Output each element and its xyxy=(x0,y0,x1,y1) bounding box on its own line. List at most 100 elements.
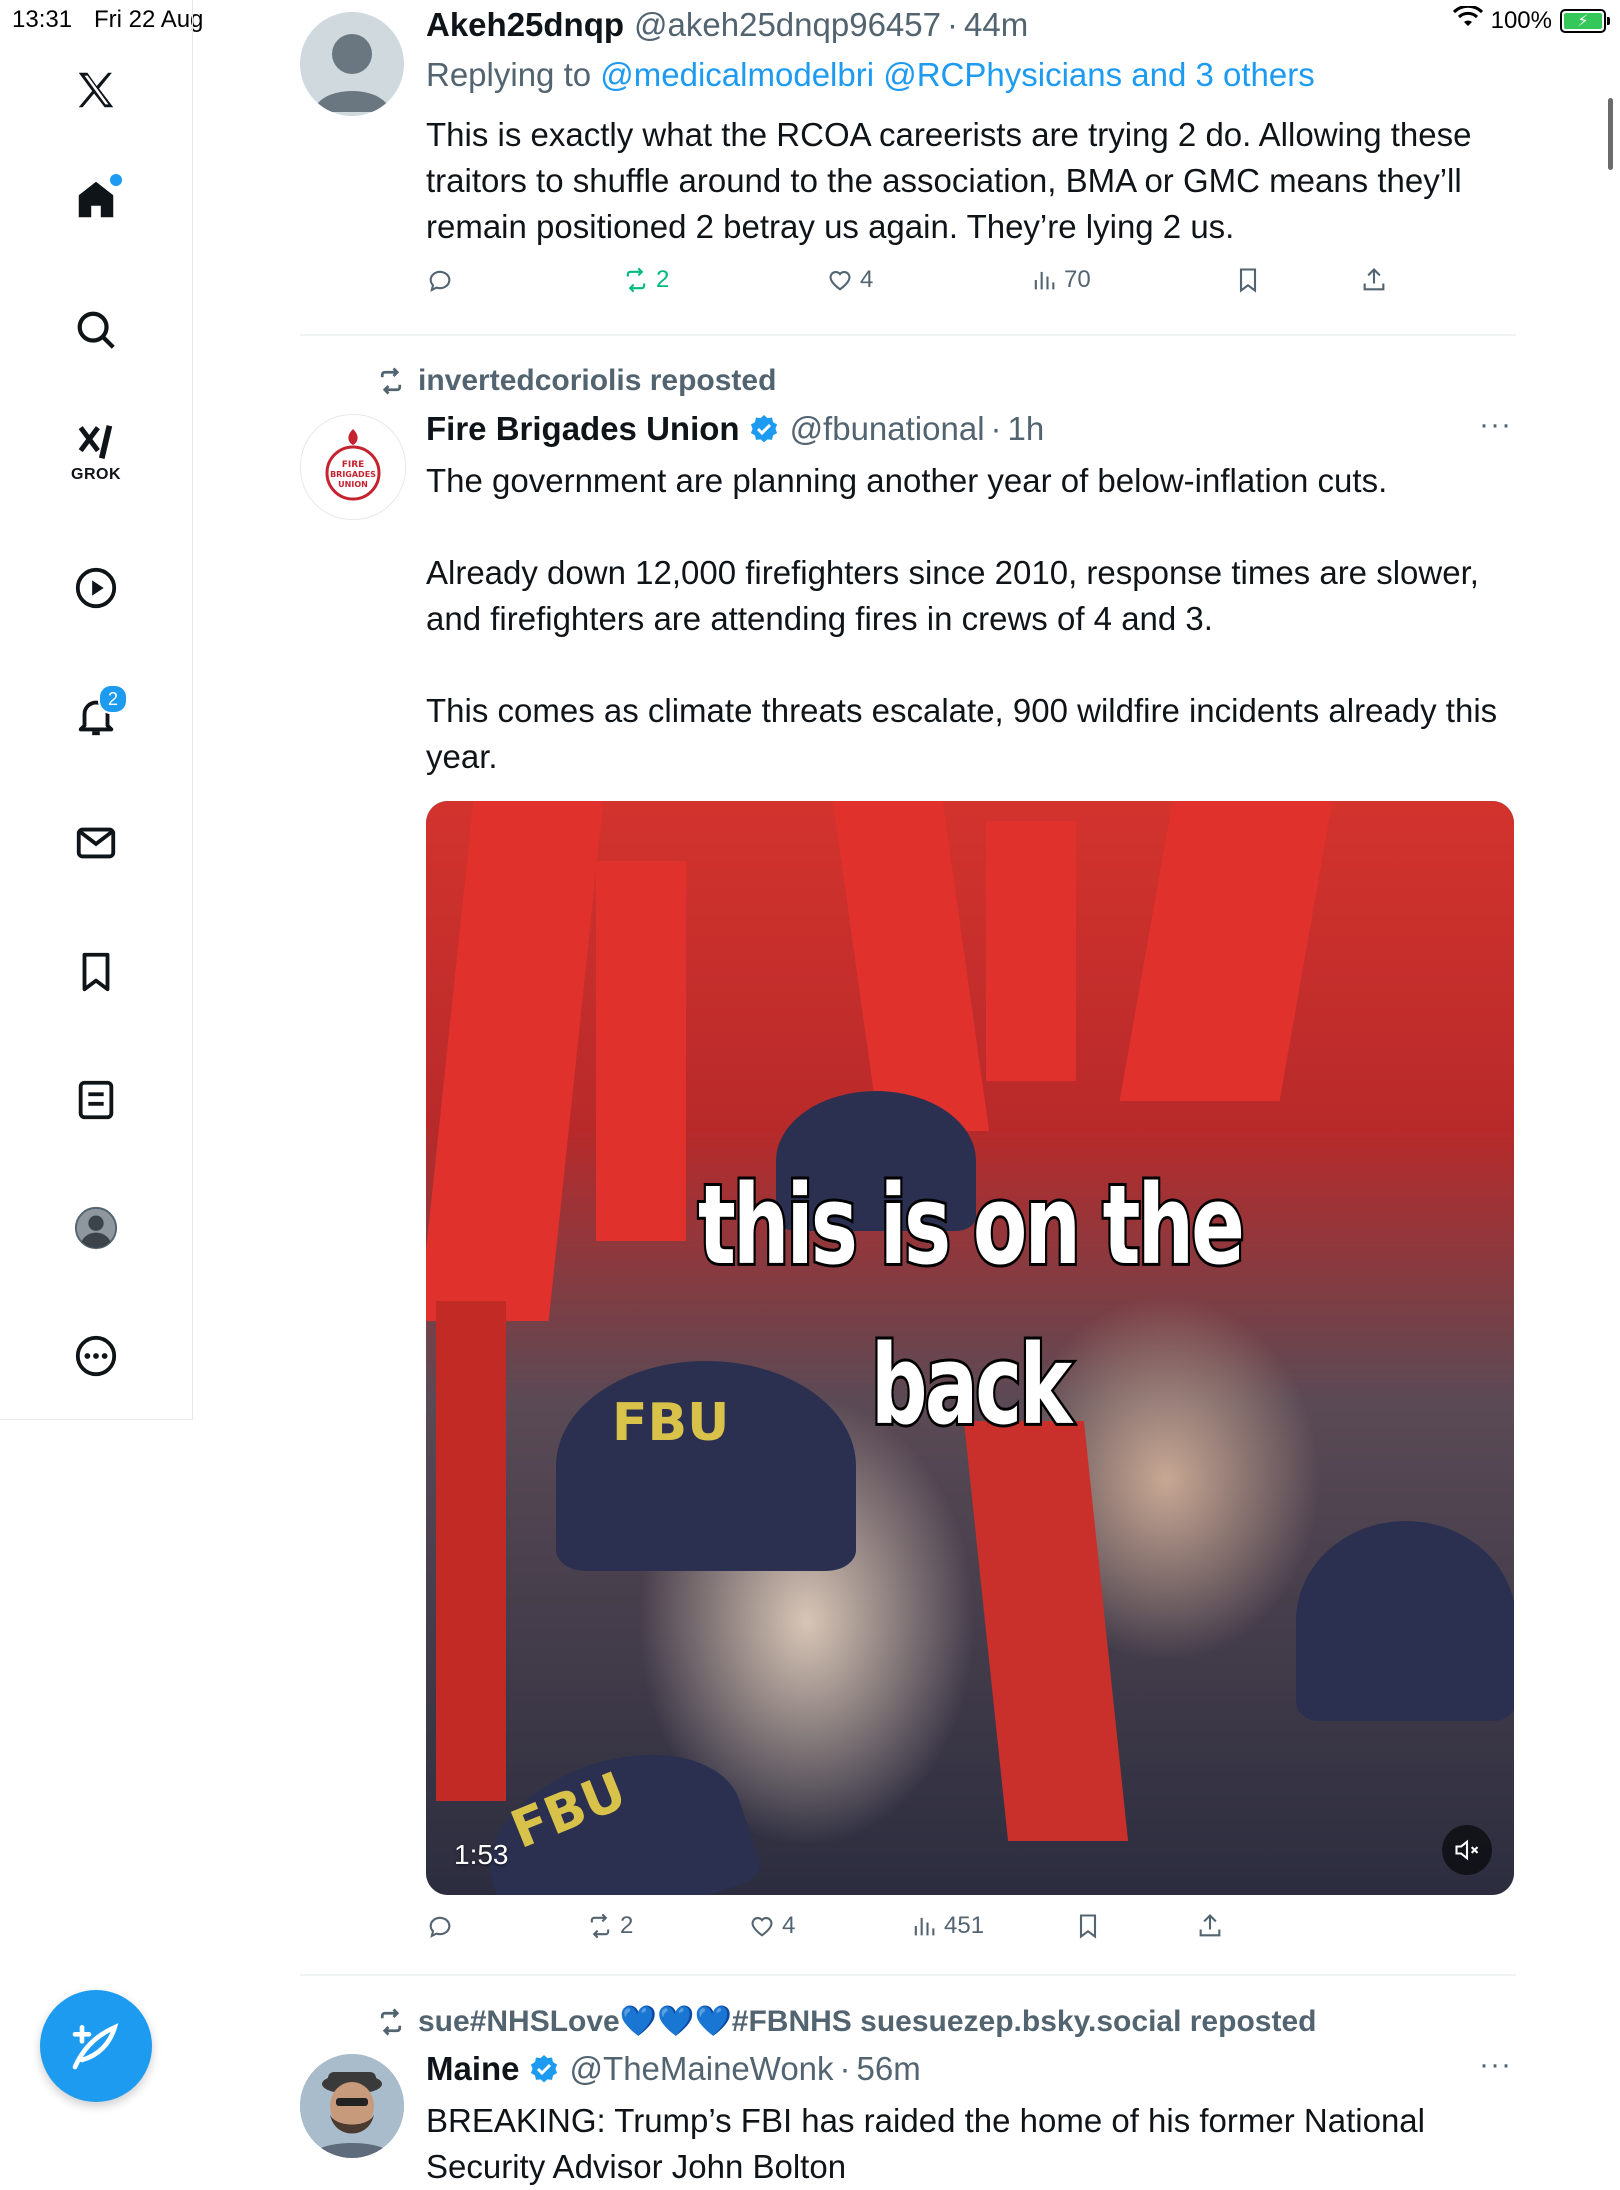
tweet-text: The government are planning another year… xyxy=(426,458,1516,780)
share-icon xyxy=(1199,1914,1221,1937)
tweet-actions: 2 4 451 xyxy=(426,1912,1426,1952)
author-name[interactable]: Fire Brigades Union xyxy=(426,410,740,448)
heart-icon xyxy=(751,1917,773,1937)
sidebar-item-video[interactable] xyxy=(56,548,136,628)
tweet-text: BREAKING: Trump’s FBI has raided the hom… xyxy=(426,2102,1425,2185)
author-name[interactable]: Maine xyxy=(426,2050,520,2088)
repost-icon xyxy=(590,1913,610,1939)
tweet-text-paragraph-3: This comes as climate threats escalate, … xyxy=(426,692,1498,775)
replying-to-mentions[interactable]: @medicalmodelbri @RCPhysicians and 3 oth… xyxy=(600,56,1314,93)
like-count: 4 xyxy=(860,266,874,293)
scrollbar[interactable] xyxy=(1608,98,1613,170)
heart-icon xyxy=(829,271,851,291)
share-button[interactable] xyxy=(1360,266,1388,294)
play-icon xyxy=(75,567,117,609)
tweet-time[interactable]: 56m xyxy=(857,2050,921,2088)
compose-icon xyxy=(72,2023,119,2070)
view-count: 70 xyxy=(1064,266,1091,293)
author-handle[interactable]: @TheMaineWonk xyxy=(570,2050,834,2088)
repost-icon xyxy=(380,367,402,395)
grok-label: GROK xyxy=(71,466,121,483)
views-icon xyxy=(914,1917,935,1936)
sidebar-item-messages[interactable] xyxy=(56,803,136,883)
mail-icon xyxy=(76,827,116,859)
bookmark-icon xyxy=(1079,1914,1097,1939)
author-handle[interactable]: @fbunational xyxy=(790,410,985,448)
replying-to-line: Replying to @medicalmodelbri @RCPhysicia… xyxy=(426,56,1315,94)
tweet-header: Fire Brigades Union @fbunational · 1h xyxy=(426,410,1045,448)
fbu-logo-icon: FIRE BRIGADES UNION xyxy=(325,429,381,501)
sidebar-item-bookmarks[interactable] xyxy=(56,932,136,1012)
tweet-divider xyxy=(300,334,1516,336)
verified-badge-icon xyxy=(530,2055,557,2083)
share-button[interactable] xyxy=(1196,1912,1224,1940)
repost-count: 2 xyxy=(620,1912,634,1939)
sidebar-item-home[interactable] xyxy=(56,160,136,240)
sidebar-item-grok[interactable]: GROK xyxy=(56,410,136,490)
compose-button[interactable] xyxy=(40,1990,152,2102)
reply-button[interactable] xyxy=(426,266,460,294)
sidebar-item-search[interactable] xyxy=(56,290,136,370)
views-icon xyxy=(1034,271,1055,290)
tweet-time[interactable]: 1h xyxy=(1008,410,1045,448)
reply-button[interactable] xyxy=(426,1912,460,1940)
sidebar-item-lists[interactable] xyxy=(56,1060,136,1140)
repost-label-text[interactable]: invertedcoriolis reposted xyxy=(418,364,776,398)
replying-prefix: Replying to xyxy=(426,56,592,93)
list-icon xyxy=(78,1080,114,1120)
notifications-badge: 2 xyxy=(98,684,128,714)
more-options-button[interactable]: ··· xyxy=(1479,2048,1512,2082)
like-button[interactable]: 4 xyxy=(748,1912,795,1940)
video-duration: 1:53 xyxy=(454,1839,509,1870)
tweet-time[interactable]: 44m xyxy=(964,6,1028,44)
bookmark-icon xyxy=(1239,268,1257,293)
bookmark-button[interactable] xyxy=(1234,266,1262,294)
home-unread-dot xyxy=(110,174,122,186)
tweet-divider xyxy=(300,1974,1516,1976)
like-count: 4 xyxy=(782,1912,796,1939)
sidebar: GROK 2 xyxy=(0,0,193,1420)
grok-icon xyxy=(78,425,113,459)
repost-icon xyxy=(626,267,646,293)
video-player[interactable]: FBU FBU this is on the back 1:53 xyxy=(426,801,1514,1895)
reply-icon xyxy=(429,270,451,292)
sidebar-divider xyxy=(0,1419,192,1420)
video-caption-line-1: this is on the xyxy=(696,1158,1247,1292)
svg-text:UNION: UNION xyxy=(338,480,368,489)
bookmark-button[interactable] xyxy=(1074,1912,1102,1940)
repost-button[interactable]: 2 xyxy=(586,1912,633,1940)
mute-button[interactable] xyxy=(1442,1825,1492,1875)
sidebar-item-more[interactable] xyxy=(56,1316,136,1396)
tweet-text-paragraph-1: The government are planning another year… xyxy=(426,462,1388,499)
avatar[interactable]: FIRE BRIGADES UNION xyxy=(300,414,406,520)
tweet-header: Akeh25dnqp @akeh25dnqp96457 · 44m xyxy=(426,6,1029,44)
repost-count: 2 xyxy=(656,266,670,293)
x-logo-icon[interactable] xyxy=(56,50,136,130)
battery-charging-icon: ⚡ xyxy=(1560,8,1610,33)
tweet-header: Maine @TheMaineWonk · 56m xyxy=(426,2050,921,2088)
status-right: 100% ⚡ xyxy=(1452,4,1610,35)
views-button[interactable]: 451 xyxy=(910,1912,984,1940)
repost-button[interactable]: 2 xyxy=(622,266,669,294)
bookmark-icon xyxy=(82,952,110,992)
repost-label: sue#NHSLove💙💙💙#FBNHS suesuezep.bsky.soci… xyxy=(376,2004,1316,2039)
repost-label-text[interactable]: sue#NHSLove💙💙💙#FBNHS suesuezep.bsky.soci… xyxy=(418,2004,1316,2039)
tweet-text: This is exactly what the RCOA careerists… xyxy=(426,116,1472,245)
like-button[interactable]: 4 xyxy=(826,266,873,294)
avatar[interactable] xyxy=(300,2054,404,2158)
sidebar-item-profile[interactable] xyxy=(56,1188,136,1268)
avatar[interactable] xyxy=(300,12,404,116)
more-circle-icon xyxy=(75,1335,117,1377)
muted-speaker-icon xyxy=(1455,1839,1479,1861)
sidebar-item-notifications[interactable]: 2 xyxy=(56,676,136,756)
repost-icon xyxy=(380,2008,402,2035)
reply-icon xyxy=(429,1916,451,1938)
more-options-button[interactable]: ··· xyxy=(1479,408,1512,442)
views-button[interactable]: 70 xyxy=(1030,266,1091,294)
author-handle[interactable]: @akeh25dnqp96457 xyxy=(634,6,941,44)
tweet-text-paragraph-2: Already down 12,000 firefighters since 2… xyxy=(426,554,1479,637)
repost-label: invertedcoriolis reposted xyxy=(376,364,776,398)
view-count: 451 xyxy=(944,1912,985,1939)
author-name[interactable]: Akeh25dnqp xyxy=(426,6,624,44)
svg-text:FIRE: FIRE xyxy=(342,460,365,470)
